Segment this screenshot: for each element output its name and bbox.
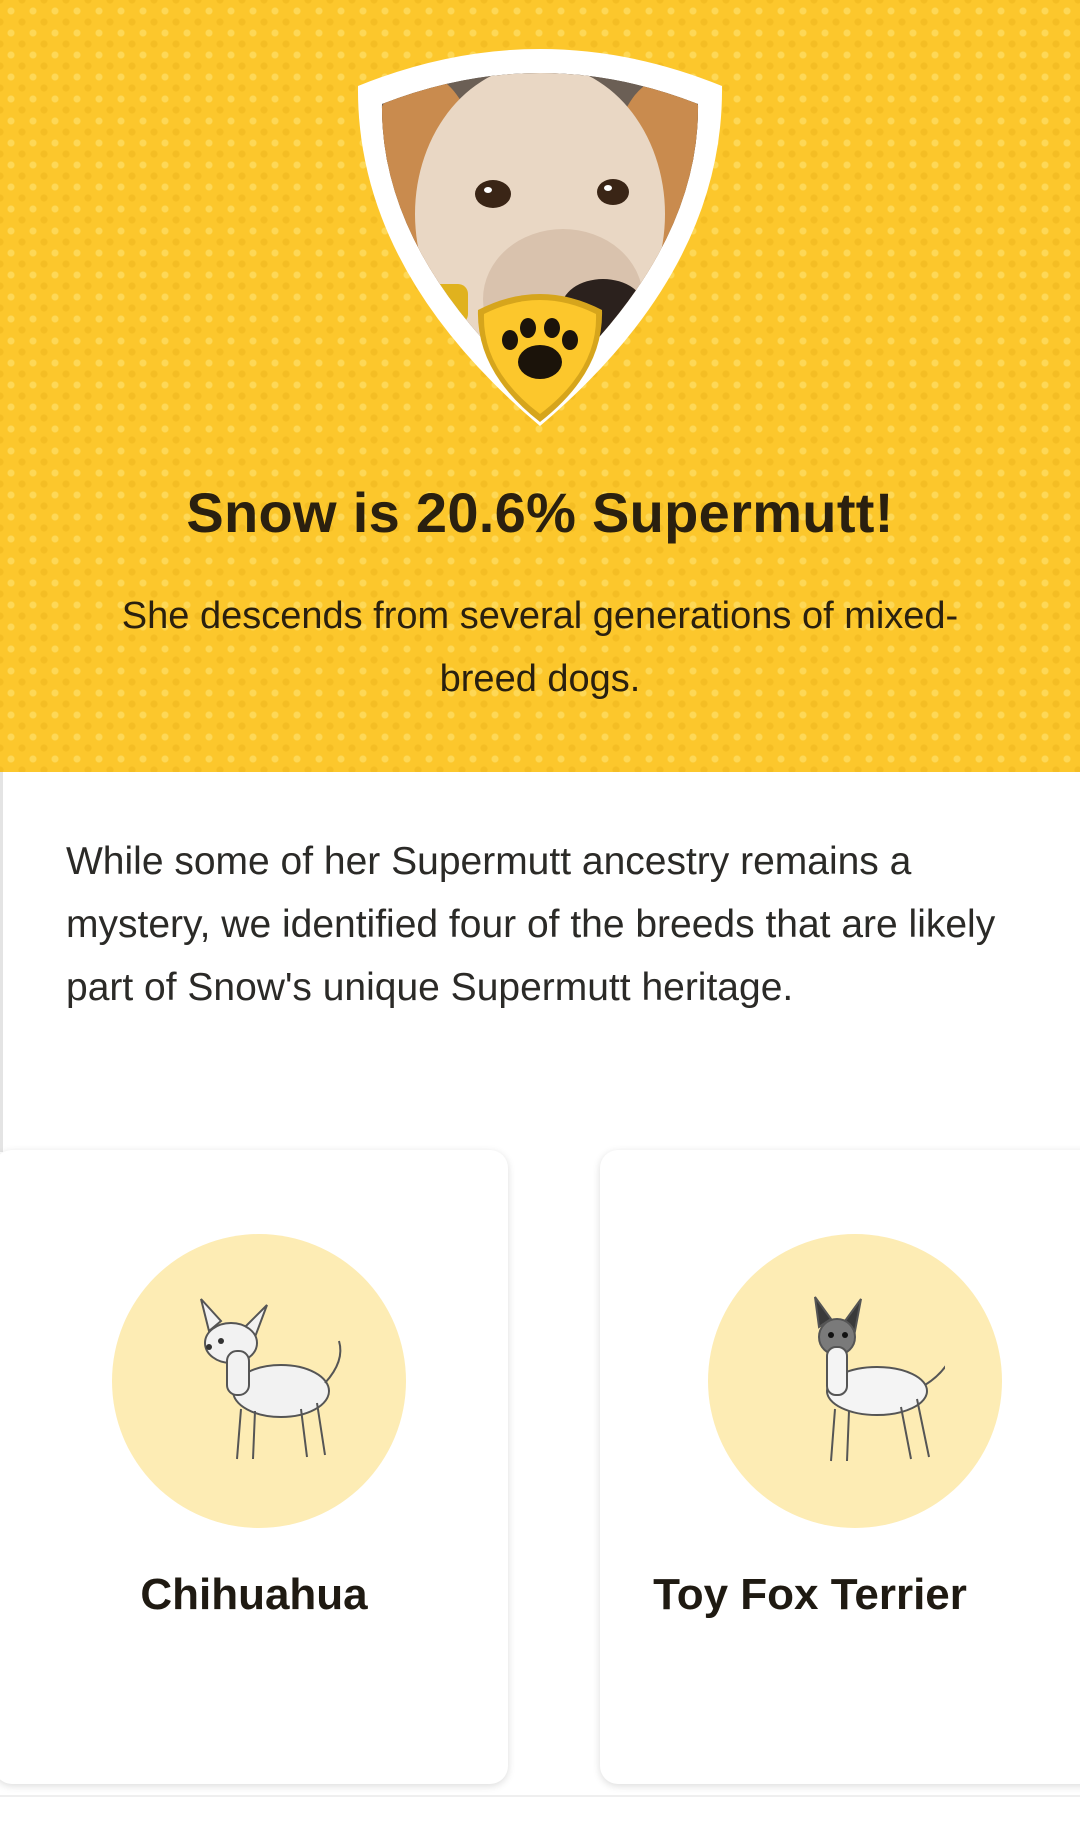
supermutt-subtitle: She descends from several generations of… [121,595,959,700]
supermutt-hero: Snow is 20.6% Supermutt! She descends fr… [0,0,1080,772]
breed-name: Chihuahua [140,1570,368,1619]
divider [0,1795,1080,1797]
dog-photo-badge [348,44,732,434]
shield-photo [357,49,723,426]
chihuahua-illustration [200,1298,342,1460]
ancestry-intro-text: While some of her Supermutt ancestry rem… [66,840,996,1009]
supermutt-title: Snow is 20.6% Supermutt! [186,481,894,544]
breed-card-toy-fox-terrier[interactable]: Toy Fox Terrier [600,1150,1080,1784]
breed-name: Toy Fox Terrier [653,1570,967,1619]
breed-image-circle [708,1234,1002,1528]
section-edge [0,772,3,1152]
breed-image-circle [112,1234,406,1528]
breed-carousel[interactable]: Chihuahua Toy Fox Terrier [0,1150,1080,1790]
breed-card-chihuahua[interactable]: Chihuahua [0,1150,508,1784]
paw-badge [477,294,603,422]
toy-fox-terrier-illustration [814,1296,945,1462]
